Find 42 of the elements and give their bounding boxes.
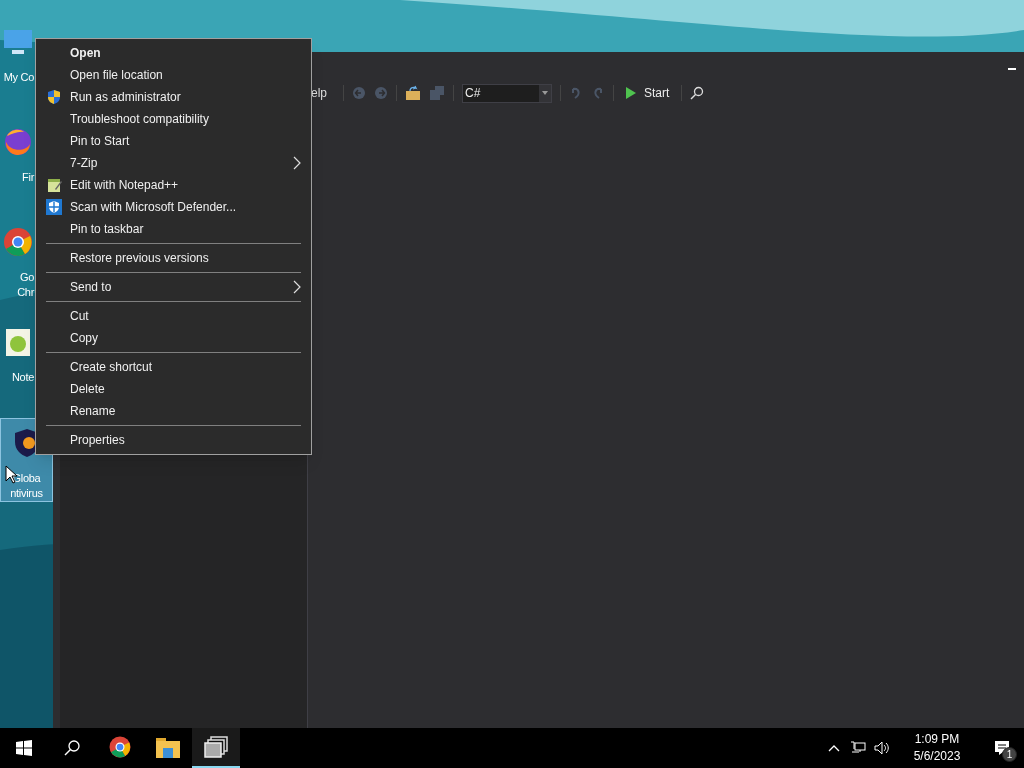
notepad-icon (46, 177, 62, 193)
menu-item[interactable]: Open file location (36, 64, 311, 86)
open-folder-icon[interactable] (405, 85, 421, 102)
chrome-icon (2, 226, 34, 258)
chrome-icon (108, 735, 132, 759)
taskbar-app[interactable] (192, 728, 240, 768)
notification-button[interactable]: 1 (980, 728, 1024, 768)
chevron-right-icon (293, 280, 301, 294)
clock[interactable]: 1:09 PM 5/6/2023 (902, 731, 972, 765)
search-icon (64, 740, 80, 756)
menu-item[interactable]: Delete (36, 378, 311, 400)
shield-icon (46, 89, 62, 105)
menu-item[interactable]: Create shortcut (36, 356, 311, 378)
menu-item[interactable]: Run as administrator (36, 86, 311, 108)
menu-item[interactable]: Cut (36, 305, 311, 327)
icon-label: Note (11, 370, 34, 385)
icon-label: Globa (12, 471, 41, 486)
speaker-icon[interactable] (874, 741, 890, 755)
caret-icon (542, 91, 548, 96)
search-icon[interactable] (690, 86, 705, 101)
menu-item[interactable]: elp (311, 84, 327, 103)
language-dropdown[interactable]: C# (462, 83, 552, 103)
icon-label: Go (19, 270, 34, 285)
chevron-right-icon (293, 156, 301, 170)
fox-globe-icon (2, 126, 34, 158)
icon-label: My Co (3, 70, 34, 85)
chevron-up-icon[interactable] (828, 744, 840, 752)
network-icon[interactable] (850, 741, 866, 755)
folder-icon (156, 736, 180, 758)
icon-label: Fir (22, 170, 34, 185)
icon-label: ntivirus (10, 486, 43, 501)
date-text: 5/6/2023 (913, 748, 961, 765)
menu-item[interactable]: Copy (36, 327, 311, 349)
shield-icon (46, 199, 62, 215)
windows-icon (16, 740, 32, 756)
notification-count: 1 (1002, 747, 1017, 762)
play-icon (626, 87, 636, 100)
start-button[interactable]: Start (622, 84, 674, 103)
task-view-icon (204, 736, 228, 758)
time-text: 1:09 PM (914, 731, 960, 748)
icon-label: Chr (17, 285, 34, 300)
menu-item[interactable]: Open (36, 42, 311, 64)
